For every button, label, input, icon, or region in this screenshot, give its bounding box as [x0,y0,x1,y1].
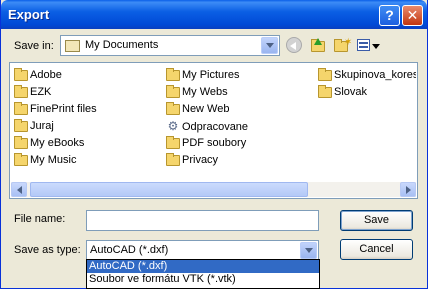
item-label: EZK [30,86,52,98]
list-item[interactable]: My Music [14,152,76,168]
export-dialog: Export ? ✕ Save in: My Documents ✶ Adobe… [0,0,428,289]
folder-icon [14,118,28,132]
file-name-field[interactable] [86,210,319,231]
list-item[interactable]: Skupinova_korespondence [318,67,416,83]
save-as-type-combobox[interactable]: AutoCAD (*.dxf) [86,240,319,261]
folder-icon [14,101,28,115]
save-as-type-label: Save as type: [14,244,81,256]
folder-icon [14,135,28,149]
back-icon[interactable] [286,37,302,53]
pictures-folder-icon [166,67,180,81]
item-label: Privacy [182,154,219,166]
views-menu-icon[interactable] [357,38,381,53]
folder-icon [14,84,28,98]
help-icon: ? [385,7,394,23]
list-item[interactable]: My eBooks [14,135,84,151]
chevron-right-icon [405,185,411,194]
list-item[interactable]: Adobe [14,67,62,83]
new-folder-icon[interactable]: ✶ [334,37,352,53]
close-button[interactable]: ✕ [402,5,423,26]
save-in-value: My Documents [85,39,159,51]
list-item[interactable]: FinePrint files [14,101,97,117]
save-as-type-dropdown-button[interactable] [300,242,317,259]
folder-icon [318,67,332,81]
title-bar[interactable]: Export ? ✕ [1,0,427,29]
save-in-combobox[interactable]: My Documents [60,35,280,56]
up-folder-icon[interactable] [310,38,326,53]
folder-icon [166,101,180,115]
cancel-button[interactable]: Cancel [340,239,413,260]
list-item[interactable]: PDF soubory [166,135,246,151]
scroll-left-button[interactable] [11,182,27,197]
save-as-type-value: AutoCAD (*.dxf) [90,244,169,256]
list-item[interactable]: Privacy [166,152,218,168]
item-label: Juraj [30,120,54,132]
save-in-label: Save in: [14,40,54,52]
list-item[interactable]: EZK [14,84,51,100]
chevron-down-icon [304,248,313,253]
scroll-thumb[interactable] [30,182,308,197]
item-label: My Pictures [182,69,240,81]
webs-folder-icon [166,84,180,98]
horizontal-scrollbar[interactable] [11,182,416,197]
item-label: PDF soubory [182,137,247,149]
close-icon: ✕ [406,7,419,23]
option-vtk[interactable]: Soubor ve formátu VTK (*.vtk) [87,273,319,286]
chevron-left-icon [16,185,22,194]
file-name-label: File name: [14,213,66,225]
folder-icon [14,152,28,166]
list-item[interactable]: My Webs [166,84,228,100]
window-title: Export [8,7,50,22]
list-item[interactable]: My Pictures [166,67,239,83]
my-documents-icon [65,40,80,52]
chevron-down-icon [265,43,274,48]
list-item[interactable]: New Web [166,101,229,117]
gear-icon: ⚙ [167,119,179,133]
item-label: New Web [182,103,230,115]
save-as-type-options[interactable]: AutoCAD (*.dxf) Soubor ve formátu VTK (*… [86,259,320,289]
scroll-right-button[interactable] [400,182,416,197]
folder-icon [166,152,180,166]
item-label: Adobe [30,69,62,81]
save-button[interactable]: Save [340,210,413,231]
folder-icon [166,135,180,149]
option-dxf[interactable]: AutoCAD (*.dxf) [87,260,319,273]
item-label: My Webs [182,86,228,98]
item-label: Skupinova_korespondence [334,69,416,81]
item-label: Slovak [334,86,368,98]
list-item[interactable]: ⚙ Odpracovane [166,118,248,134]
item-label: My eBooks [30,137,85,149]
save-in-dropdown-button[interactable] [261,37,278,54]
item-label: Odpracovane [182,121,249,133]
folder-icon [14,67,28,81]
file-list[interactable]: Adobe EZK FinePrint files Juraj My eBook… [9,62,418,199]
item-label: FinePrint files [30,103,97,115]
folder-icon [318,84,332,98]
help-button[interactable]: ? [379,5,400,26]
item-label: My Music [30,154,77,166]
list-item[interactable]: Juraj [14,118,54,134]
list-item[interactable]: Slovak [318,84,367,100]
